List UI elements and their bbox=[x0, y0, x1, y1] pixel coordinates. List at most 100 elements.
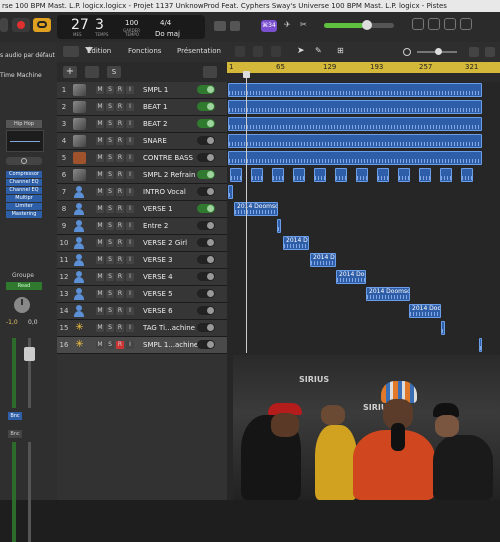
mute-button[interactable]: M bbox=[96, 205, 104, 213]
audio-region[interactable]: 2014 Doomsda bbox=[366, 287, 410, 301]
record-arm-button[interactable]: R bbox=[116, 171, 124, 179]
volume-fader-handle[interactable] bbox=[24, 347, 35, 361]
audio-region[interactable] bbox=[228, 83, 482, 97]
audio-region[interactable] bbox=[479, 338, 482, 352]
lcd-display[interactable]: 27 3 MES TEMPS 100 GARDER TEMPO 4/4 Do m… bbox=[57, 15, 205, 39]
track-name[interactable]: SMPL 2 Refrain bbox=[143, 171, 195, 179]
mute-button[interactable]: M bbox=[96, 103, 104, 111]
mute-button[interactable]: M bbox=[96, 137, 104, 145]
marker-lane[interactable] bbox=[227, 73, 500, 82]
track-row[interactable]: 5 M S R I CONTRE BASS bbox=[57, 150, 227, 167]
track-name[interactable]: VERSE 1 bbox=[143, 205, 173, 213]
input-monitor-button[interactable]: I bbox=[126, 120, 134, 128]
scissors-icon[interactable]: ✂ bbox=[300, 20, 310, 32]
track-name[interactable]: VERSE 3 bbox=[143, 256, 173, 264]
global-tracks-button[interactable] bbox=[203, 66, 217, 78]
solo-button[interactable]: S bbox=[106, 188, 114, 196]
input-monitor-button[interactable]: I bbox=[126, 290, 134, 298]
track-on-off-toggle[interactable] bbox=[197, 187, 215, 196]
plugin-slot-1[interactable]: Compressor bbox=[6, 171, 42, 178]
solo-button[interactable]: S bbox=[106, 307, 114, 315]
audio-region[interactable] bbox=[228, 185, 233, 199]
audio-region[interactable] bbox=[314, 168, 326, 182]
track-name[interactable]: VERSE 2 Girl bbox=[143, 239, 187, 247]
cycle-button[interactable] bbox=[33, 18, 51, 32]
input-monitor-button[interactable]: I bbox=[126, 239, 134, 247]
solo-button[interactable]: S bbox=[106, 171, 114, 179]
track-name[interactable]: SMPL 1 bbox=[143, 86, 168, 94]
record-arm-button[interactable]: R bbox=[116, 290, 124, 298]
input-monitor-button[interactable]: I bbox=[126, 188, 134, 196]
record-arm-button[interactable]: R bbox=[116, 324, 124, 332]
record-arm-button[interactable]: R bbox=[116, 307, 124, 315]
duplicate-track-button[interactable] bbox=[85, 66, 99, 78]
flex-button[interactable] bbox=[253, 46, 263, 57]
input-monitor-button[interactable]: I bbox=[126, 103, 134, 111]
fit-icon[interactable] bbox=[485, 47, 495, 57]
track-name[interactable]: SNARE bbox=[143, 137, 167, 145]
menu-edition[interactable]: Édition bbox=[87, 46, 111, 57]
audio-region[interactable] bbox=[277, 219, 281, 233]
track-name[interactable]: INTRO Vocal bbox=[143, 188, 186, 196]
audio-region[interactable] bbox=[356, 168, 368, 182]
solo-button[interactable]: S bbox=[106, 205, 114, 213]
audio-region[interactable] bbox=[230, 168, 242, 182]
add-track-button[interactable]: + bbox=[63, 66, 77, 78]
audio-region[interactable]: 2014 Doo bbox=[310, 253, 336, 267]
track-on-off-toggle[interactable] bbox=[197, 85, 215, 94]
tuner-icon[interactable] bbox=[214, 21, 226, 31]
record-arm-button[interactable]: R bbox=[116, 86, 124, 94]
midi-badge[interactable]: ⌘34 bbox=[261, 20, 277, 32]
solo-button[interactable]: S bbox=[106, 256, 114, 264]
input-monitor-button[interactable]: I bbox=[126, 273, 134, 281]
track-row[interactable]: 15 ✳ M S R I TAG Ti...achine bbox=[57, 320, 227, 337]
record-arm-button[interactable]: R bbox=[116, 137, 124, 145]
audio-region[interactable] bbox=[228, 134, 482, 148]
master-volume-knob[interactable] bbox=[362, 20, 372, 30]
track-on-off-toggle[interactable] bbox=[197, 306, 215, 315]
mute-button[interactable]: M bbox=[96, 324, 104, 332]
solo-button[interactable]: S bbox=[106, 120, 114, 128]
audio-region[interactable] bbox=[377, 168, 389, 182]
audio-region[interactable] bbox=[293, 168, 305, 182]
track-name[interactable]: VERSE 5 bbox=[143, 290, 173, 298]
metronome-icon[interactable]: ✈ bbox=[284, 20, 294, 32]
solo-button[interactable]: S bbox=[106, 324, 114, 332]
track-row[interactable]: 4 M S R I SNARE bbox=[57, 133, 227, 150]
audio-region[interactable] bbox=[251, 168, 263, 182]
menu-functions[interactable]: Fonctions bbox=[128, 46, 161, 57]
track-on-off-toggle[interactable] bbox=[197, 238, 215, 247]
input-monitor-button[interactable]: I bbox=[126, 86, 134, 94]
record-arm-button[interactable]: R bbox=[116, 120, 124, 128]
audio-region[interactable]: 2014 Doo bbox=[336, 270, 366, 284]
audio-region[interactable]: 2014 Doomsda bbox=[234, 202, 278, 216]
track-name[interactable]: TAG Ti...achine bbox=[143, 324, 195, 332]
browser-icon[interactable] bbox=[460, 18, 472, 30]
audio-region[interactable] bbox=[419, 168, 431, 182]
solo-button[interactable]: S bbox=[106, 273, 114, 281]
playhead[interactable] bbox=[243, 71, 250, 353]
record-arm-button[interactable]: R bbox=[116, 341, 124, 349]
loop-browser-icon[interactable] bbox=[444, 18, 456, 30]
track-row[interactable]: 13 M S R I VERSE 5 bbox=[57, 286, 227, 303]
bounce-button-2[interactable]: Bnc bbox=[8, 430, 22, 438]
record-arm-button[interactable]: R bbox=[116, 256, 124, 264]
pointer-tool-icon[interactable]: ➤ bbox=[297, 46, 309, 57]
record-arm-button[interactable]: R bbox=[116, 205, 124, 213]
track-name[interactable]: CONTRE BASS bbox=[143, 154, 193, 162]
track-on-off-toggle[interactable] bbox=[197, 119, 215, 128]
rewind-button[interactable] bbox=[0, 18, 8, 32]
audio-region[interactable]: 2014 Doo bbox=[409, 304, 441, 318]
mute-button[interactable]: M bbox=[96, 120, 104, 128]
zoom-out-icon[interactable] bbox=[403, 48, 411, 56]
zoom-slider[interactable] bbox=[417, 48, 457, 55]
track-name[interactable]: VERSE 4 bbox=[143, 273, 173, 281]
track-on-off-toggle[interactable] bbox=[197, 272, 215, 281]
mute-button[interactable]: M bbox=[96, 86, 104, 94]
list-editor-icon[interactable] bbox=[412, 18, 424, 30]
track-name[interactable]: SMPL 1...achine bbox=[143, 341, 198, 349]
track-on-off-toggle[interactable] bbox=[197, 204, 215, 213]
track-name[interactable]: BEAT 2 bbox=[143, 120, 167, 128]
track-on-off-toggle[interactable] bbox=[197, 170, 215, 179]
input-monitor-button[interactable]: I bbox=[126, 171, 134, 179]
